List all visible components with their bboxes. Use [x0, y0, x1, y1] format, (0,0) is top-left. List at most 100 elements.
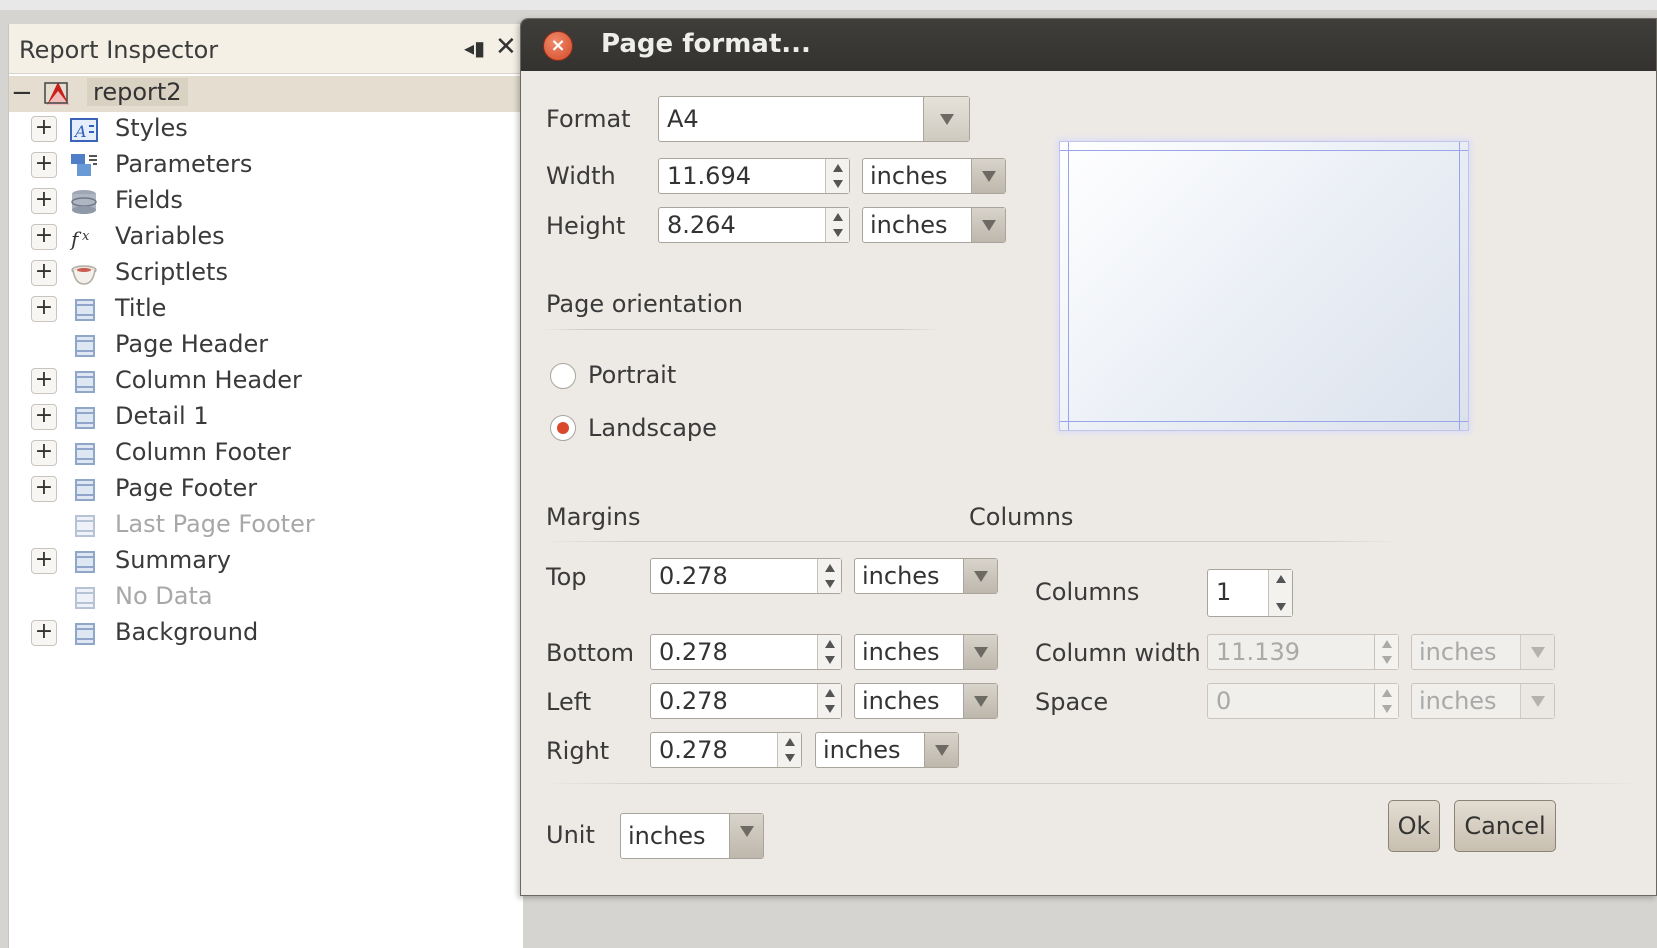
- expand-icon[interactable]: +: [31, 188, 57, 214]
- tree-item[interactable]: + Summary: [9, 544, 524, 580]
- chevron-down-icon[interactable]: [963, 635, 997, 669]
- height-unit-value: inches: [870, 211, 948, 239]
- chevron-down-icon[interactable]: [963, 684, 997, 718]
- tree-item[interactable]: + Scriptlets: [9, 256, 524, 292]
- preview-margin-top: [1060, 150, 1468, 151]
- collapse-icon[interactable]: −: [11, 78, 33, 108]
- margin-top-unit-select[interactable]: inches: [854, 558, 998, 594]
- margin-left-spinner[interactable]: 0.278: [650, 683, 842, 719]
- spinner-arrows-icon[interactable]: [817, 559, 841, 593]
- chevron-down-icon[interactable]: [971, 159, 1005, 193]
- tree-item[interactable]: Last Page Footer: [9, 508, 524, 544]
- tree-item-label: Page Header: [115, 330, 269, 358]
- height-spinner[interactable]: 8.264: [658, 207, 850, 243]
- expand-icon[interactable]: +: [31, 368, 57, 394]
- tree-item[interactable]: + Column Header: [9, 364, 524, 400]
- minimize-panel-icon[interactable]: ◂▮: [464, 36, 485, 60]
- tree-item[interactable]: + Title: [9, 292, 524, 328]
- spinner-arrows-icon[interactable]: [777, 733, 801, 767]
- expand-icon[interactable]: +: [31, 296, 57, 322]
- chevron-down-icon[interactable]: [971, 208, 1005, 242]
- chevron-down-icon[interactable]: [1520, 684, 1554, 718]
- tree-root-label: report2: [87, 78, 188, 106]
- band-icon: [75, 623, 95, 645]
- width-unit-select[interactable]: inches: [862, 158, 1006, 194]
- spinner-arrows-icon[interactable]: [1374, 635, 1398, 669]
- tree-item[interactable]: + Column Footer: [9, 436, 524, 472]
- chevron-down-icon[interactable]: [923, 97, 969, 141]
- expand-icon[interactable]: +: [31, 152, 57, 178]
- column-space-spinner[interactable]: 0: [1207, 683, 1399, 719]
- spinner-arrows-icon[interactable]: [817, 684, 841, 718]
- styles-icon: A: [70, 118, 98, 142]
- chevron-down-icon[interactable]: [729, 814, 763, 858]
- portrait-label[interactable]: Portrait: [588, 361, 676, 389]
- width-spinner[interactable]: 11.694: [658, 158, 850, 194]
- height-unit-select[interactable]: inches: [862, 207, 1006, 243]
- tree-item[interactable]: + Page Footer: [9, 472, 524, 508]
- margin-bottom-unit-select[interactable]: inches: [854, 634, 998, 670]
- spinner-arrows-icon[interactable]: [825, 159, 849, 193]
- tree-item-label: Detail 1: [115, 402, 209, 430]
- column-width-unit-select[interactable]: inches: [1411, 634, 1555, 670]
- fields-icon: [71, 190, 97, 214]
- band-icon: [75, 587, 95, 609]
- chevron-down-icon[interactable]: [924, 733, 958, 767]
- portrait-radio[interactable]: [550, 363, 576, 389]
- dialog-close-button[interactable]: ×: [543, 31, 573, 61]
- tree-item[interactable]: + Background: [9, 616, 524, 652]
- tree-item[interactable]: + Detail 1: [9, 400, 524, 436]
- margin-left-unit-value: inches: [862, 687, 940, 715]
- format-value: A4: [667, 105, 699, 133]
- margin-left-unit-select[interactable]: inches: [854, 683, 998, 719]
- format-select[interactable]: A4: [658, 96, 970, 142]
- margin-right-unit-select[interactable]: inches: [815, 732, 959, 768]
- expand-icon[interactable]: +: [31, 476, 57, 502]
- margin-right-value: 0.278: [659, 736, 728, 764]
- tree-item-label: Fields: [115, 186, 183, 214]
- landscape-radio[interactable]: [550, 415, 576, 441]
- expand-icon[interactable]: +: [31, 116, 57, 142]
- expand-icon[interactable]: +: [31, 260, 57, 286]
- unit-select[interactable]: inches: [620, 813, 764, 859]
- column-space-unit-value: inches: [1419, 687, 1497, 715]
- dialog-titlebar: × Page format...: [521, 19, 1656, 71]
- spinner-arrows-icon[interactable]: [1374, 684, 1398, 718]
- expand-icon[interactable]: +: [31, 620, 57, 646]
- column-space-unit-select[interactable]: inches: [1411, 683, 1555, 719]
- column-space-label: Space: [1035, 688, 1109, 716]
- variables-icon: fx: [69, 227, 90, 251]
- tree-item[interactable]: + Parameters: [9, 148, 524, 184]
- band-icon: [75, 371, 95, 393]
- close-panel-icon[interactable]: ✕: [495, 32, 517, 62]
- cancel-button[interactable]: Cancel: [1454, 800, 1556, 852]
- tree-item[interactable]: Page Header: [9, 328, 524, 364]
- separator: [541, 329, 941, 330]
- expand-icon[interactable]: +: [31, 440, 57, 466]
- tree-item[interactable]: No Data: [9, 580, 524, 616]
- margin-left-label: Left: [546, 688, 592, 716]
- chevron-down-icon[interactable]: [1520, 635, 1554, 669]
- spinner-arrows-icon[interactable]: [1268, 570, 1292, 616]
- margin-top-spinner[interactable]: 0.278: [650, 558, 842, 594]
- spinner-arrows-icon[interactable]: [817, 635, 841, 669]
- preview-margin-right: [1459, 142, 1460, 430]
- tree-root-report[interactable]: − report2: [9, 76, 524, 112]
- tree-item-label: Summary: [115, 546, 231, 574]
- expand-icon[interactable]: +: [31, 404, 57, 430]
- tree-item[interactable]: + A Styles: [9, 112, 524, 148]
- margin-bottom-spinner[interactable]: 0.278: [650, 634, 842, 670]
- spinner-arrows-icon[interactable]: [825, 208, 849, 242]
- expand-icon[interactable]: +: [31, 224, 57, 250]
- ok-button[interactable]: Ok: [1388, 800, 1440, 852]
- margin-right-spinner[interactable]: 0.278: [650, 732, 802, 768]
- tree-item[interactable]: + Fields: [9, 184, 524, 220]
- landscape-label[interactable]: Landscape: [588, 414, 717, 442]
- column-width-spinner[interactable]: 11.139: [1207, 634, 1399, 670]
- tree-item[interactable]: + f x Variables: [9, 220, 524, 256]
- expand-icon[interactable]: +: [31, 548, 57, 574]
- chevron-down-icon[interactable]: [963, 559, 997, 593]
- svg-text:f: f: [69, 227, 82, 251]
- margin-bottom-value: 0.278: [659, 638, 728, 666]
- columns-count-spinner[interactable]: 1: [1207, 569, 1293, 617]
